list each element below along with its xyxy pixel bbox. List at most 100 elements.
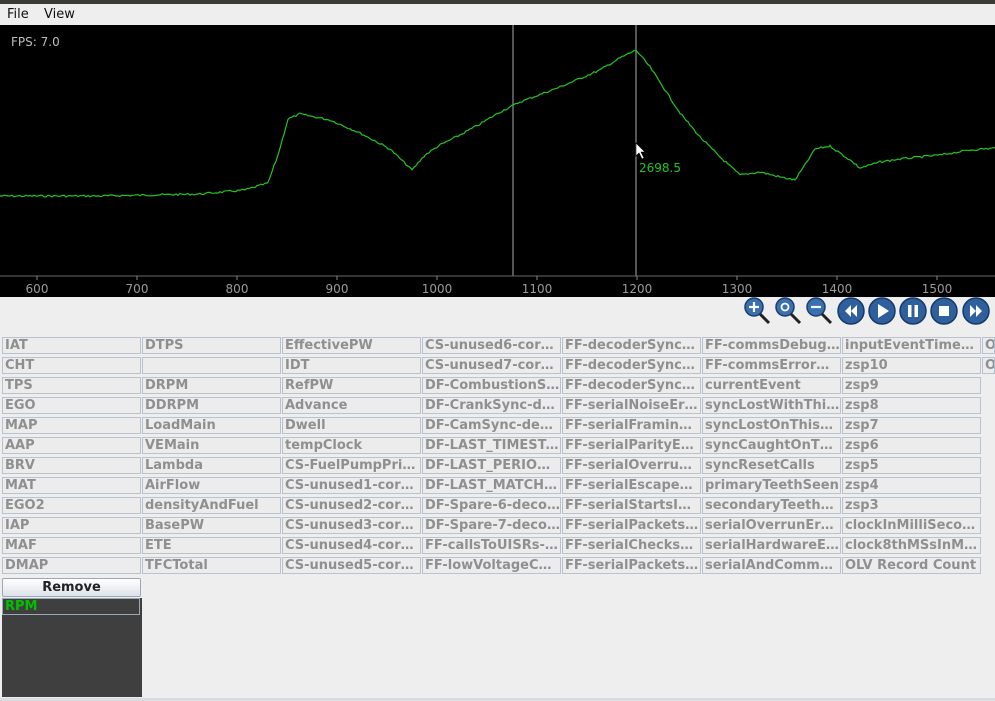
field-cell[interactable]: densityAndFuel: [142, 497, 281, 514]
field-cell[interactable]: FF-decoderSyncStateClears: [562, 377, 701, 394]
field-cell[interactable]: serialOverrunErrors: [702, 517, 841, 534]
field-cell[interactable]: AAP: [2, 437, 141, 454]
selected-field-item[interactable]: RPM: [2, 598, 140, 615]
field-cell[interactable]: CS-unused7-coreStatusA: [422, 357, 561, 374]
pause-icon[interactable]: [898, 296, 928, 326]
field-cell[interactable]: CHT: [2, 357, 141, 374]
field-cell[interactable]: FF-serialPacketsUnderLength: [562, 557, 701, 574]
fast-forward-icon[interactable]: [961, 296, 991, 326]
field-cell[interactable]: MAF: [2, 537, 141, 554]
field-cell[interactable]: DTPS: [142, 337, 281, 354]
field-cell[interactable]: zsp3: [842, 497, 981, 514]
field-cell[interactable]: serialAndCommsCodeErrors: [702, 557, 841, 574]
field-cell[interactable]: DF-CamSync-decoderFlags: [422, 417, 561, 434]
field-cell[interactable]: FF-serialParityErrors: [562, 437, 701, 454]
plot-canvas[interactable]: FPS: 7.0 2698.5 600 700 800 900 1000 1100 1200…: [0, 25, 995, 297]
field-cell[interactable]: EffectivePW: [282, 337, 421, 354]
field-cell[interactable]: FF-serialStartsInsideAPacket: [562, 497, 701, 514]
field-cell[interactable]: OLV Record Count: [842, 557, 981, 574]
field-cell[interactable]: FF-serialNoiseErrors: [562, 397, 701, 414]
field-cell[interactable]: CS-unused3-coreStatusA: [282, 517, 421, 534]
field-cell[interactable]: zsp10: [842, 357, 981, 374]
field-cell[interactable]: zsp7: [842, 417, 981, 434]
field-cell[interactable]: zsp8: [842, 397, 981, 414]
menu-view[interactable]: View: [44, 7, 75, 22]
field-cell[interactable]: MAP: [2, 417, 141, 434]
field-cell[interactable]: LoadMain: [142, 417, 281, 434]
field-cell[interactable]: CS-unused6-coreStatusA: [422, 337, 561, 354]
field-cell[interactable]: IDT: [282, 357, 421, 374]
field-cell[interactable]: syncResetCalls: [702, 457, 841, 474]
field-cell[interactable]: DF-LAST_TIMESTAMP_VALID: [422, 437, 561, 454]
field-cell[interactable]: FF-serialChecksumMismatches: [562, 537, 701, 554]
field-cell[interactable]: BasePW: [142, 517, 281, 534]
field-cell[interactable]: CS-unused5-coreStatusA: [282, 557, 421, 574]
field-cell[interactable]: CS-unused4-coreStatusA: [282, 537, 421, 554]
field-cell[interactable]: AirFlow: [142, 477, 281, 494]
field-cell[interactable]: DF-CombustionSyncInitialised: [422, 377, 561, 394]
field-cell[interactable]: zsp9: [842, 377, 981, 394]
field-cell[interactable]: DRPM: [142, 377, 281, 394]
field-cell[interactable]: Advance: [282, 397, 421, 414]
field-cell[interactable]: DF-LAST_MATCH_VALID: [422, 477, 561, 494]
field-cell[interactable]: FF-commsDebugMessagesNotSent: [702, 337, 841, 354]
field-cell[interactable]: serialHardwareErrors: [702, 537, 841, 554]
field-cell[interactable]: RefPW: [282, 377, 421, 394]
field-cell[interactable]: zsp4: [842, 477, 981, 494]
field-cell[interactable]: IAT: [2, 337, 141, 354]
field-cell[interactable]: ETE: [142, 537, 281, 554]
stop-icon[interactable]: [929, 296, 959, 326]
field-cell[interactable]: VEMain: [142, 437, 281, 454]
field-cell[interactable]: MAT: [2, 477, 141, 494]
field-cell[interactable]: secondaryTeethSeen: [702, 497, 841, 514]
plot-area[interactable]: FPS: 7.0 2698.5 600 700 800 900 1000 1100 1200…: [0, 25, 995, 297]
selected-fields-list[interactable]: RPM: [2, 598, 142, 697]
field-cell[interactable]: FF-serialFramingErrors: [562, 417, 701, 434]
field-cell[interactable]: DF-LAST_PERIOD_VALID: [422, 457, 561, 474]
zoom-out-icon[interactable]: [804, 296, 834, 326]
field-cell[interactable]: DMAP: [2, 557, 141, 574]
field-cell[interactable]: CS-FuelPumpPrimer: [282, 457, 421, 474]
field-cell[interactable]: tempClock: [282, 437, 421, 454]
field-cell[interactable]: FF-lowVoltageConditions: [422, 557, 561, 574]
field-cell[interactable]: clockInMilliSeconds: [842, 517, 981, 534]
field-cell[interactable]: O: [982, 337, 995, 354]
field-cell[interactable]: CS-unused2-coreStatusA: [282, 497, 421, 514]
field-cell[interactable]: EGO2: [2, 497, 141, 514]
field-cell[interactable]: FF-commsErrorMessagesNotSent: [702, 357, 841, 374]
field-cell[interactable]: DF-Spare-7-decoderFlags: [422, 517, 561, 534]
field-cell[interactable]: primaryTeethSeen: [702, 477, 841, 494]
field-cell[interactable]: currentEvent: [702, 377, 841, 394]
field-cell[interactable]: syncCaughtOnThisEvent: [702, 437, 841, 454]
field-cell[interactable]: FF-serialEscapePairMismatches: [562, 477, 701, 494]
field-cell[interactable]: syncLostOnThisEvent: [702, 417, 841, 434]
rewind-icon[interactable]: [836, 296, 866, 326]
menu-file[interactable]: File: [7, 7, 29, 22]
field-cell[interactable]: EGO: [2, 397, 141, 414]
field-cell[interactable]: DF-Spare-6-decoderFlags: [422, 497, 561, 514]
field-cell[interactable]: zsp5: [842, 457, 981, 474]
field-cell[interactable]: Dwell: [282, 417, 421, 434]
field-cell[interactable]: zsp6: [842, 437, 981, 454]
field-cell[interactable]: DF-CrankSync-decoderFlags: [422, 397, 561, 414]
field-cell[interactable]: FF-serialOverrunErrors: [562, 457, 701, 474]
field-cell[interactable]: Lambda: [142, 457, 281, 474]
field-cell[interactable]: IAP: [2, 517, 141, 534]
field-cell[interactable]: clock8thMSsInMillis: [842, 537, 981, 554]
zoom-reset-icon[interactable]: [773, 296, 803, 326]
field-cell[interactable]: FF-callsToUISRs-flaggableFlags: [422, 537, 561, 554]
field-cell[interactable]: FF-decoderSyncCorrections: [562, 357, 701, 374]
field-cell[interactable]: TFCTotal: [142, 557, 281, 574]
field-cell[interactable]: O: [982, 357, 995, 374]
field-cell[interactable]: [142, 357, 281, 374]
remove-button[interactable]: Remove: [2, 578, 141, 597]
zoom-in-icon[interactable]: [742, 296, 772, 326]
field-cell[interactable]: FF-decoderSyncLosses: [562, 337, 701, 354]
play-icon[interactable]: [867, 296, 897, 326]
field-cell[interactable]: DDRPM: [142, 397, 281, 414]
field-cell[interactable]: TPS: [2, 377, 141, 394]
field-cell[interactable]: syncLostWithThisID: [702, 397, 841, 414]
field-cell[interactable]: FF-serialPacketsOverLength: [562, 517, 701, 534]
field-cell[interactable]: CS-unused1-coreStatusA: [282, 477, 421, 494]
field-cell[interactable]: inputEventTimeTolerance: [842, 337, 981, 354]
